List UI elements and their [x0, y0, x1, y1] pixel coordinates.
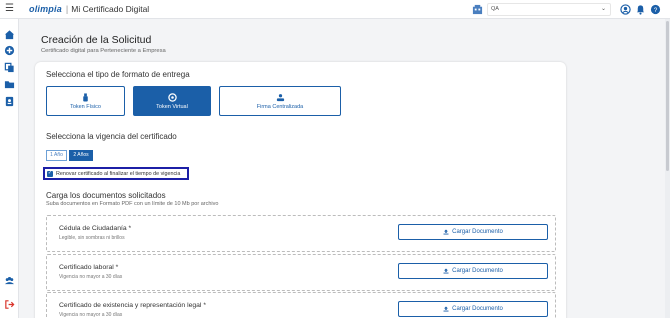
document-description: Vigencia no mayor a 30 días — [59, 312, 123, 318]
upload-document-button[interactable]: Cargar Documento — [398, 263, 548, 279]
top-bar: ☰ olimpia | Mi Certificado Digital QA ⌄ … — [0, 0, 670, 19]
brand-logo[interactable]: olimpia — [29, 4, 62, 14]
validity-option-1-year[interactable]: 1 Año — [46, 150, 67, 161]
upload-icon — [443, 268, 449, 274]
upload-document-label: Cargar Documento — [452, 268, 503, 274]
help-icon[interactable]: ? — [650, 4, 661, 15]
document-description: Vigencia no mayor a 30 días — [59, 274, 123, 280]
logout-icon[interactable] — [4, 299, 15, 310]
document-name: Cédula de Ciudadanía * — [59, 225, 132, 232]
page-subtitle: Certificado digital para Perteneciente a… — [41, 48, 166, 54]
page-scrollbar[interactable] — [665, 19, 670, 318]
document-row-certificado-laboral: Certificado laboral * Vigencia no mayor … — [46, 254, 556, 291]
documents-section-title: Carga los documentos solicitados — [46, 191, 166, 200]
company-select-value: QA — [491, 6, 499, 12]
format-option-label: Token Físico — [70, 103, 101, 110]
chevron-down-icon: ⌄ — [600, 6, 606, 12]
documents-section-subtitle: Suba documentos en Formato PDF con un lí… — [46, 201, 219, 207]
renew-certificate-option[interactable]: ✓ Renovar certificado al finalizar el ti… — [43, 167, 189, 180]
centralized-signature-icon — [276, 93, 284, 101]
user-account-icon[interactable] — [620, 4, 631, 15]
upload-icon — [443, 229, 449, 235]
home-icon[interactable] — [4, 29, 15, 40]
upload-document-label: Cargar Documento — [452, 229, 503, 235]
title-separator: | — [65, 4, 69, 14]
scrollbar-thumb[interactable] — [666, 21, 669, 171]
upload-document-button[interactable]: Cargar Documento — [398, 224, 548, 240]
app-title: Mi Certificado Digital — [71, 4, 150, 14]
format-option-label: Token Virtual — [156, 103, 188, 110]
validity-section-title: Selecciona la vigencia del certificado — [46, 132, 177, 141]
format-option-token-fisico[interactable]: Token Físico — [46, 86, 125, 116]
add-circle-icon[interactable] — [4, 45, 15, 56]
document-name: Certificado de existencia y representaci… — [59, 302, 206, 309]
renew-checkbox-label: Renovar certificado al finalizar el tiem… — [56, 170, 181, 177]
format-option-firma-centralizada[interactable]: Firma Centralizada — [219, 86, 341, 116]
usb-token-icon — [83, 92, 88, 102]
sidebar — [0, 19, 19, 318]
svg-text:?: ? — [654, 7, 658, 14]
format-section-title: Selecciona el tipo de formato de entrega — [46, 70, 190, 79]
document-row-existencia-representacion: Certificado de existencia y representaci… — [46, 292, 556, 318]
document-description: Legible, sin sombras ni brillos — [59, 235, 125, 241]
document-row-cedula: Cédula de Ciudadanía * Legible, sin somb… — [46, 215, 556, 252]
users-group-icon[interactable] — [4, 275, 15, 286]
id-card-icon[interactable] — [4, 96, 15, 107]
renew-checkbox[interactable]: ✓ — [47, 170, 53, 177]
bell-icon[interactable] — [635, 4, 646, 15]
cloud-token-icon — [167, 92, 177, 102]
upload-document-label: Cargar Documento — [452, 306, 503, 312]
folder-icon[interactable] — [4, 79, 15, 90]
upload-document-button[interactable]: Cargar Documento — [398, 301, 548, 317]
format-option-label: Firma Centralizada — [256, 103, 304, 110]
document-name: Certificado laboral * — [59, 264, 119, 271]
validity-option-2-years[interactable]: 2 Años — [69, 150, 93, 161]
building-icon — [472, 4, 483, 15]
upload-icon — [443, 306, 449, 312]
menu-icon[interactable]: ☰ — [5, 4, 19, 14]
page-title: Creación de la Solicitud — [41, 34, 152, 46]
company-select[interactable]: QA ⌄ — [487, 3, 611, 16]
copy-document-icon[interactable] — [4, 62, 15, 73]
format-option-token-virtual[interactable]: Token Virtual — [133, 86, 211, 116]
